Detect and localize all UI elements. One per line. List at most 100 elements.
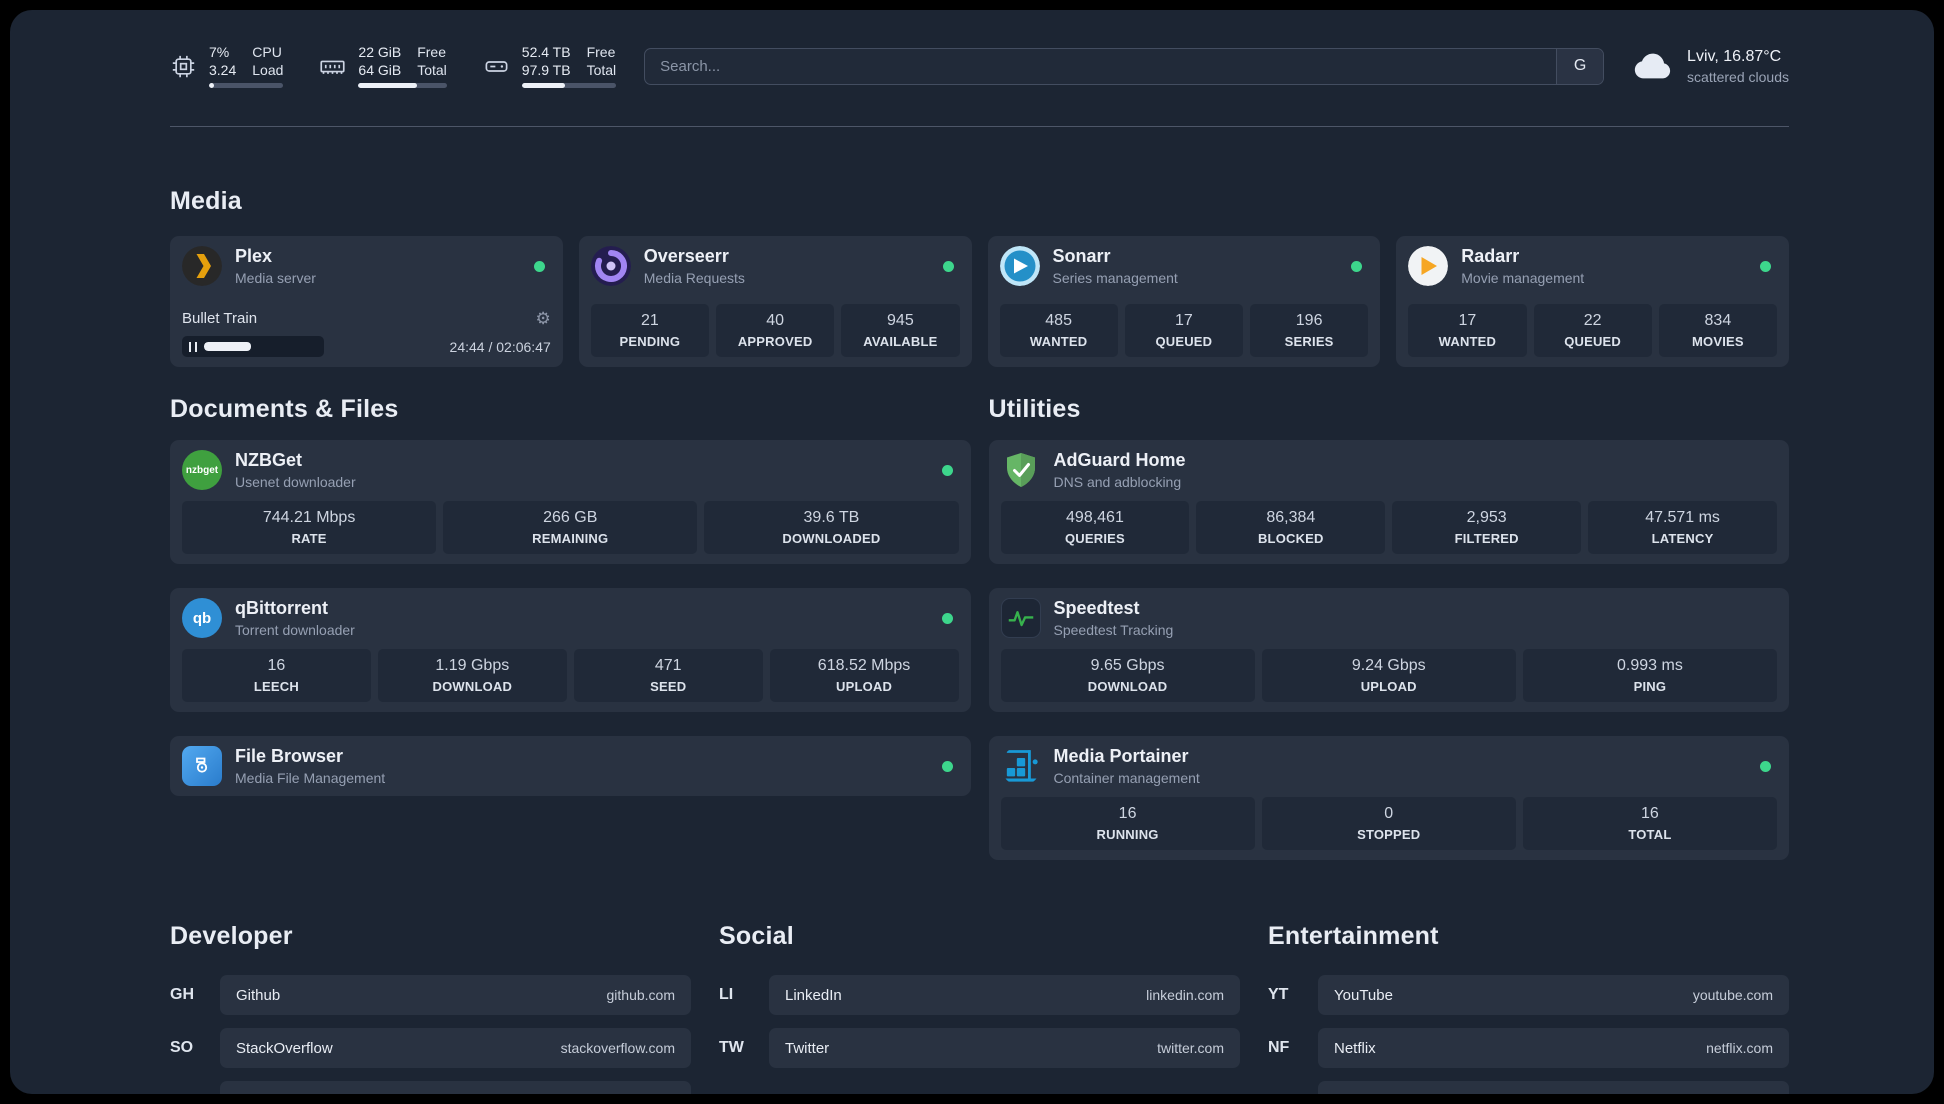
bookmark-url: youtube.com [1692,987,1773,1004]
stat-label: BLOCKED [1257,531,1324,547]
status-online-dot [1760,760,1771,772]
stat-box: 485 WANTED [999,304,1118,358]
service-name: Overseerr [643,246,729,267]
search-engine-button[interactable]: G [1556,48,1604,84]
stat-label: MOVIES [1691,334,1744,350]
stat-value: 17 [1458,312,1477,330]
pause-icon[interactable] [189,341,197,352]
qbittorrent-card[interactable]: qb qBittorrent Torrent downloader 16 LEE… [170,588,971,713]
search-input[interactable] [645,48,1557,84]
portainer-card[interactable]: Media Portainer Container management 16 … [988,736,1789,861]
stat-box: 471 SEED [573,649,763,703]
filebrowser-card[interactable]: File Browser Media File Management [170,736,971,797]
bookmark-row: LI LinkedIn linkedin.com [719,975,1240,1016]
qbittorrent-icon: qb [182,598,222,639]
stat-value: 86,384 [1266,509,1316,527]
stat-box: 9.65 Gbps DOWNLOAD [1000,649,1255,703]
service-name: AdGuard Home [1053,450,1186,471]
bookmark-abbr: YT [1268,986,1289,1004]
stat-value: 39.6 TB [803,509,860,527]
bookmark-linkedin[interactable]: LinkedIn linkedin.com [769,975,1240,1016]
adguard-card[interactable]: AdGuard Home DNS and adblocking 498,461 … [988,440,1789,565]
stat-label: RUNNING [1096,827,1159,843]
cpu-label: CPU [252,44,282,60]
service-subtitle: Media server [235,270,316,287]
sonarr-card[interactable]: Sonarr Series management 485 WANTED 17 Q… [987,236,1381,368]
stat-value: 266 GB [543,509,598,527]
stat-value: 17 [1174,312,1193,330]
stat-label: FILTERED [1454,531,1519,547]
disk-free-label: Free [586,44,616,60]
adguard-icon [1001,450,1041,490]
ram-icon [319,53,346,80]
stat-box: 2,953 FILTERED [1392,501,1582,555]
system-metrics: 7% 3.24 CPU Load 22 GiB 64 GiB Free Tota… [170,44,617,89]
service-subtitle: Series management [1052,270,1178,287]
stat-label: PENDING [619,334,681,350]
service-name: Speedtest [1053,598,1140,619]
memory-free-label: Free [417,44,447,60]
playback-progress-bar[interactable] [182,336,324,358]
stat-label: UPLOAD [1360,679,1417,695]
bookmark-url: netflix.com [1706,1040,1773,1057]
stat-label: REMAINING [532,531,609,547]
bookmark-youtube[interactable]: YouTube youtube.com [1318,975,1789,1016]
radarr-card[interactable]: Radarr Movie management 17 WANTED 22 QUE… [1396,236,1789,368]
stat-box: 0.993 ms PING [1522,649,1777,703]
stat-label: AVAILABLE [863,334,938,350]
stat-value: 834 [1704,312,1732,330]
stat-label: STOPPED [1357,827,1421,843]
dashboard-window: 7% 3.24 CPU Load 22 GiB 64 GiB Free Tota… [10,10,1934,1094]
stat-label: SERIES [1284,334,1334,350]
cpu-icon [170,53,197,80]
bookmark-abbr: RE [1268,1092,1318,1094]
overseerr-card[interactable]: Overseerr Media Requests 21 PENDING 40 A… [578,236,972,368]
status-online-dot [941,760,953,772]
stat-box: 16 TOTAL [1522,797,1777,851]
bookmark-github[interactable]: Github github.com [220,975,691,1016]
service-name: File Browser [235,746,344,767]
bookmark-reddit[interactable]: Reddit reddit.com [1318,1081,1789,1094]
stat-box: 196 SERIES [1250,304,1369,358]
bookmark-netflix[interactable]: Netflix netflix.com [1318,1028,1789,1069]
bookmark-dev[interactable]: DEV dev.to [220,1081,691,1094]
plex-now-playing: Bullet Train ⚙ 24:44 / 02:06:47 [182,310,551,358]
bookmark-stackoverflow[interactable]: StackOverflow stackoverflow.com [220,1028,691,1069]
status-online-dot [1351,260,1363,272]
stat-box: 47.571 ms LATENCY [1588,501,1777,555]
stat-label: WANTED [1438,334,1497,350]
stat-label: QUEUED [1564,334,1622,350]
bookmark-twitter[interactable]: Twitter twitter.com [769,1028,1240,1069]
stat-value: 1.19 Gbps [435,657,510,675]
stat-label: APPROVED [737,334,813,350]
weather-widget[interactable]: Lviv, 16.87°C scattered clouds [1632,48,1789,85]
bookmark-name: LinkedIn [785,986,842,1004]
entertainment-section-title: Entertainment [1268,922,1439,951]
stat-value: 40 [766,312,785,330]
bookmark-url: linkedin.com [1146,987,1224,1004]
nzbget-card[interactable]: nzbget NZBGet Usenet downloader 744.21 M… [170,440,971,565]
stat-value: 618.52 Mbps [817,657,911,675]
portainer-icon [1001,746,1041,786]
service-subtitle: Media Requests [643,270,745,287]
stat-box: 22 QUEUED [1533,304,1652,358]
stat-label: TOTAL [1628,827,1672,843]
status-online-dot [942,260,954,272]
stat-value: 9.24 Gbps [1351,657,1426,675]
memory-progress-bar [358,83,447,89]
bookmark-row: TW Twitter twitter.com [719,1028,1240,1069]
disk-progress-bar [521,83,617,89]
sonarr-icon [999,246,1040,287]
bookmark-abbr: TW [719,1039,744,1057]
bookmark-url: stackoverflow.com [560,1040,675,1057]
status-online-dot [941,612,953,624]
stat-value: 47.571 ms [1645,509,1720,527]
service-subtitle: Torrent downloader [235,622,355,639]
bookmark-row: GH Github github.com [170,975,691,1016]
plex-card[interactable]: Plex Media server Bullet Train ⚙ 24:44 /… [170,236,563,368]
settings-gear-icon[interactable]: ⚙ [536,310,551,327]
bookmark-name: Reddit [1334,1093,1377,1094]
developer-section-title: Developer [170,922,293,951]
documents-section-title: Documents & Files [170,395,399,424]
speedtest-card[interactable]: Speedtest Speedtest Tracking 9.65 Gbps D… [988,588,1789,713]
